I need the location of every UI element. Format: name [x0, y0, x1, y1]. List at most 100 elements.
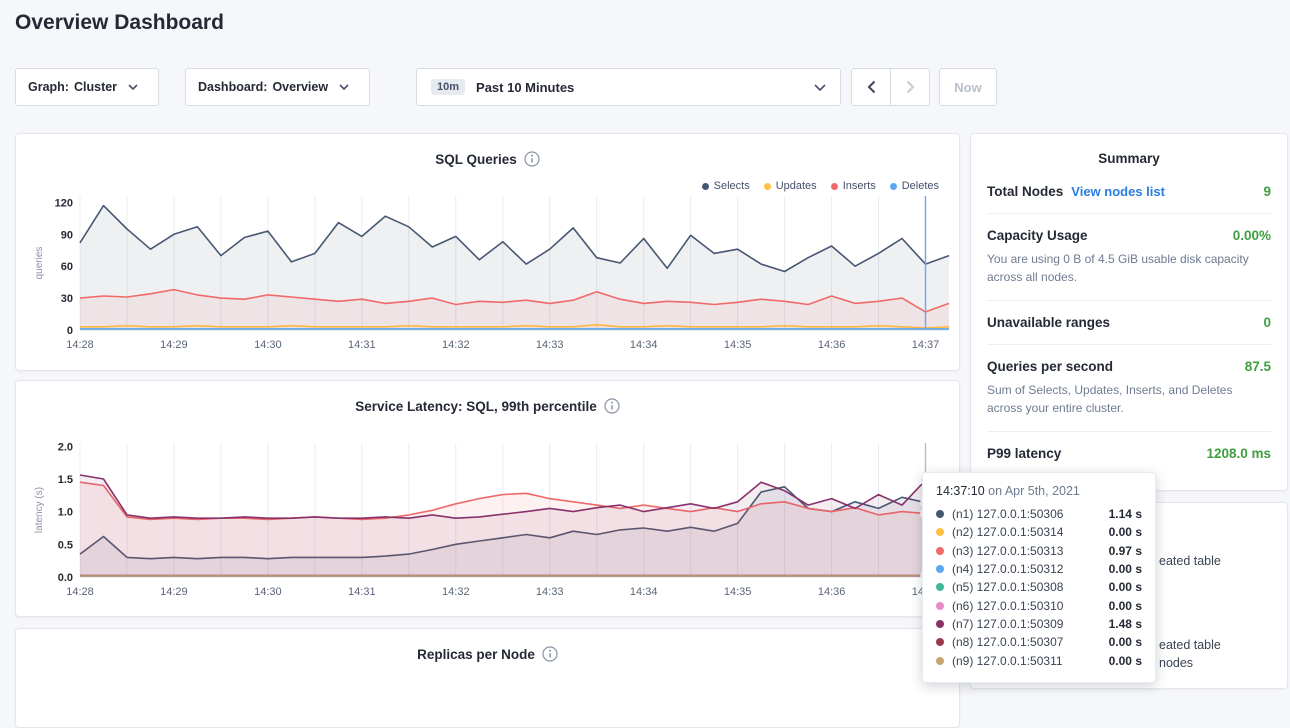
- capacity-note: You are using 0 B of 4.5 GiB usable disk…: [987, 250, 1271, 286]
- svg-text:1.0: 1.0: [58, 507, 73, 519]
- svg-text:queries: queries: [34, 247, 45, 280]
- legend-dot: [890, 183, 897, 190]
- summary-title: Summary: [971, 151, 1287, 166]
- summary-row-p99: P99 latency 1208.0 ms: [987, 431, 1271, 475]
- sql-queries-chart-card: SQL Queries SelectsUpdatesInsertsDeletes…: [15, 133, 960, 371]
- unavailable-ranges-label: Unavailable ranges: [987, 315, 1110, 330]
- node-address: (n4) 127.0.0.1:50312: [952, 562, 1063, 576]
- svg-text:14:28: 14:28: [66, 339, 94, 351]
- svg-text:14:34: 14:34: [630, 586, 658, 598]
- series-dot: [936, 657, 944, 665]
- svg-text:14:36: 14:36: [818, 339, 846, 351]
- legend-dot: [831, 183, 838, 190]
- svg-text:2.0: 2.0: [58, 441, 73, 453]
- time-next-button[interactable]: [890, 68, 930, 106]
- tooltip-row: (n7) 127.0.0.1:50309 1.48 s: [936, 615, 1142, 633]
- node-address: (n2) 127.0.0.1:50314: [952, 525, 1063, 539]
- svg-text:latency (s): latency (s): [34, 487, 45, 533]
- p99-latency-value: 1208.0 ms: [1206, 446, 1271, 461]
- info-icon[interactable]: [524, 151, 540, 167]
- qps-label: Queries per second: [987, 359, 1113, 374]
- page-title: Overview Dashboard: [15, 11, 224, 35]
- latency-value: 0.00 s: [1109, 580, 1142, 594]
- event-text-fragment[interactable]: eated table: [1159, 554, 1221, 568]
- tooltip-row: (n5) 127.0.0.1:50308 0.00 s: [936, 578, 1142, 596]
- node-address: (n5) 127.0.0.1:50308: [952, 580, 1063, 594]
- event-text-fragment[interactable]: nodes: [1159, 656, 1193, 670]
- unavailable-ranges-value: 0: [1263, 315, 1271, 330]
- info-icon[interactable]: [604, 398, 620, 414]
- latency-chart[interactable]: 0.00.51.01.52.014:2814:2914:3014:3114:32…: [32, 437, 957, 601]
- tooltip-rows: (n1) 127.0.0.1:50306 1.14 s (n2) 127.0.0.1…: [936, 505, 1142, 670]
- service-latency-chart-card: Service Latency: SQL, 99th percentile 0.…: [15, 380, 960, 617]
- svg-text:14:28: 14:28: [66, 586, 94, 598]
- svg-text:0.0: 0.0: [58, 572, 73, 584]
- tooltip-date: on Apr 5th, 2021: [985, 484, 1080, 498]
- series-dot: [936, 510, 944, 518]
- chart-hover-tooltip: 14:37:10 on Apr 5th, 2021 (n1) 127.0.0.1…: [922, 472, 1156, 683]
- svg-text:0: 0: [67, 325, 73, 337]
- graph-dropdown-label: Graph:: [28, 80, 69, 94]
- replicas-per-node-chart-card: Replicas per Node: [15, 628, 960, 728]
- series-dot: [936, 547, 944, 555]
- latency-value: 0.00 s: [1109, 635, 1142, 649]
- latency-value: 1.14 s: [1109, 507, 1142, 521]
- info-icon[interactable]: [542, 646, 558, 662]
- series-dot: [936, 620, 944, 628]
- now-button[interactable]: Now: [939, 68, 997, 106]
- total-nodes-value: 9: [1263, 184, 1271, 199]
- latency-value: 0.97 s: [1109, 544, 1142, 558]
- event-text-fragment[interactable]: eated table: [1159, 638, 1221, 652]
- chevron-down-icon: [339, 84, 349, 90]
- chart-title: Replicas per Node: [417, 647, 535, 662]
- summary-panel: Summary Total Nodes View nodes list 9 Ca…: [970, 133, 1288, 491]
- svg-text:14:30: 14:30: [254, 339, 282, 351]
- summary-row-capacity: Capacity Usage 0.00% You are using 0 B o…: [987, 213, 1271, 300]
- svg-text:0.5: 0.5: [58, 539, 73, 551]
- legend-dot: [764, 183, 771, 190]
- svg-text:14:33: 14:33: [536, 339, 564, 351]
- node-address: (n9) 127.0.0.1:50311: [952, 654, 1063, 668]
- qps-value: 87.5: [1245, 359, 1271, 374]
- svg-text:14:33: 14:33: [536, 586, 564, 598]
- dashboard-dropdown-label: Dashboard:: [198, 80, 267, 94]
- graph-dropdown-value: Cluster: [74, 80, 117, 94]
- dashboard-dropdown[interactable]: Dashboard: Overview: [185, 68, 370, 106]
- svg-text:120: 120: [55, 197, 73, 209]
- svg-text:14:32: 14:32: [442, 586, 470, 598]
- latency-value: 0.00 s: [1109, 599, 1142, 613]
- capacity-label: Capacity Usage: [987, 228, 1088, 243]
- node-address: (n3) 127.0.0.1:50313: [952, 544, 1063, 558]
- node-address: (n8) 127.0.0.1:50307: [952, 635, 1063, 649]
- tooltip-row: (n4) 127.0.0.1:50312 0.00 s: [936, 560, 1142, 578]
- summary-row-total-nodes: Total Nodes View nodes list 9: [987, 170, 1271, 213]
- time-prev-button[interactable]: [851, 68, 891, 106]
- svg-text:90: 90: [61, 229, 73, 241]
- tooltip-row: (n6) 127.0.0.1:50310 0.00 s: [936, 596, 1142, 614]
- time-range-label: Past 10 Minutes: [476, 80, 574, 95]
- capacity-value: 0.00%: [1233, 228, 1271, 243]
- time-range-picker[interactable]: 10m Past 10 Minutes: [416, 68, 841, 106]
- svg-text:14:35: 14:35: [724, 586, 752, 598]
- node-address: (n7) 127.0.0.1:50309: [952, 617, 1063, 631]
- chevron-down-icon: [814, 84, 826, 91]
- series-dot: [936, 565, 944, 573]
- summary-row-unavailable-ranges: Unavailable ranges 0: [987, 300, 1271, 344]
- node-address: (n1) 127.0.0.1:50306: [952, 507, 1063, 521]
- svg-text:14:32: 14:32: [442, 339, 470, 351]
- tooltip-row: (n3) 127.0.0.1:50313 0.97 s: [936, 542, 1142, 560]
- latency-value: 1.48 s: [1109, 617, 1142, 631]
- svg-text:14:30: 14:30: [254, 586, 282, 598]
- svg-text:60: 60: [61, 261, 73, 273]
- latency-value: 0.00 s: [1109, 562, 1142, 576]
- node-address: (n6) 127.0.0.1:50310: [952, 599, 1063, 613]
- sql-queries-chart[interactable]: 030609012014:2814:2914:3014:3114:3214:33…: [32, 190, 957, 354]
- latency-value: 0.00 s: [1109, 654, 1142, 668]
- svg-text:14:36: 14:36: [818, 586, 846, 598]
- svg-text:1.5: 1.5: [58, 474, 73, 486]
- qps-note: Sum of Selects, Updates, Inserts, and De…: [987, 381, 1271, 417]
- view-nodes-list-link[interactable]: View nodes list: [1071, 184, 1165, 199]
- graph-dropdown[interactable]: Graph: Cluster: [15, 68, 159, 106]
- svg-text:14:29: 14:29: [160, 339, 188, 351]
- tooltip-timestamp: 14:37:10 on Apr 5th, 2021: [936, 484, 1142, 498]
